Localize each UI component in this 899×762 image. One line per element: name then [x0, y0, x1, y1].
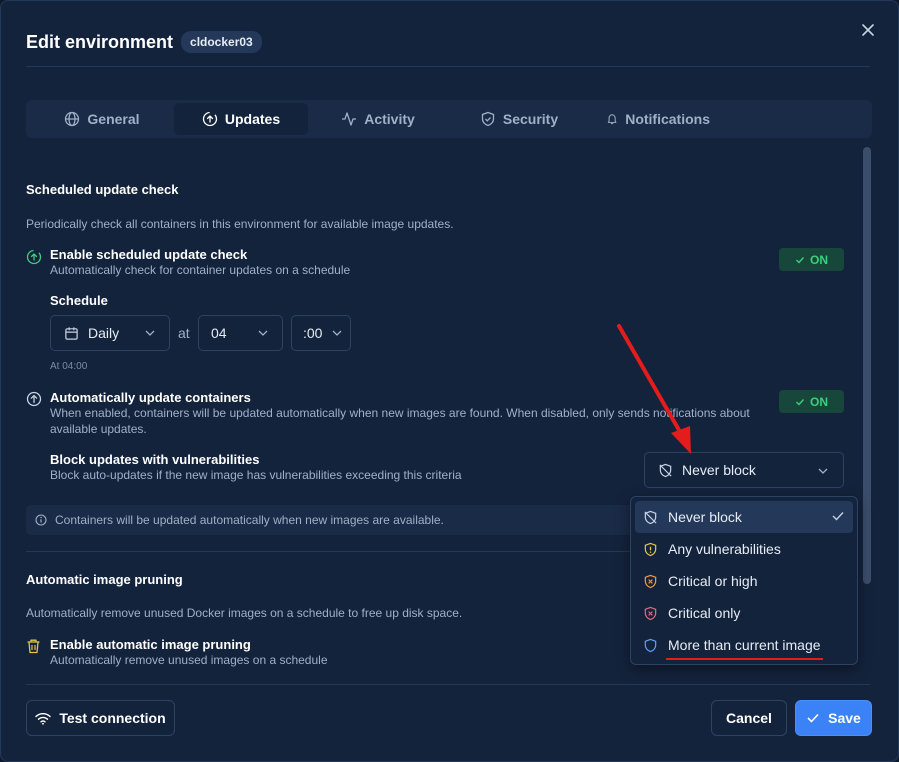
bell-icon	[607, 114, 617, 125]
auto-update-sub: When enabled, containers will be updated…	[50, 406, 750, 436]
cancel-button[interactable]: Cancel	[711, 700, 787, 736]
activity-icon	[342, 112, 357, 126]
auto-update-info: Containers will be updated automatically…	[26, 505, 636, 535]
block-vuln-select[interactable]: Never block	[644, 452, 844, 488]
enable-pruning-sub: Automatically remove unused images on a …	[50, 653, 328, 667]
option-label: Any vulnerabilities	[668, 541, 781, 557]
check-icon	[807, 713, 819, 723]
chevron-down-icon	[818, 468, 828, 474]
auto-update-title: Automatically update containers	[50, 390, 251, 405]
tab-notifications-label: Notifications	[625, 111, 710, 127]
pruning-section-title: Automatic image pruning	[26, 572, 183, 587]
frequency-select[interactable]: Daily	[50, 315, 170, 351]
scheduled-toggle-label: ON	[810, 252, 828, 267]
schedule-label: Schedule	[50, 293, 108, 308]
tab-bar: General Updates Activity Security Notifi…	[26, 100, 872, 138]
check-icon	[832, 512, 844, 521]
footer-divider	[26, 684, 870, 685]
test-connection-button[interactable]: Test connection	[26, 700, 175, 736]
block-vuln-title: Block updates with vulnerabilities	[50, 452, 260, 467]
scheduled-section-desc: Periodically check all containers in thi…	[26, 217, 454, 231]
enable-scheduled-title: Enable scheduled update check	[50, 247, 248, 262]
schedule-note: At 04:00	[50, 361, 88, 372]
option-never-block[interactable]: Never block	[635, 501, 853, 533]
pruning-section-desc: Automatically remove unused Docker image…	[26, 606, 463, 620]
option-critical-or-high[interactable]: Critical or high	[635, 565, 853, 597]
scheduled-check-toggle[interactable]: ON	[779, 248, 844, 271]
shield-icon	[644, 638, 657, 652]
content-scrollbar[interactable]	[863, 147, 871, 584]
chevron-down-icon	[332, 330, 342, 336]
tab-updates[interactable]: Updates	[174, 103, 308, 135]
shield-icon	[481, 111, 495, 127]
shield-off-icon	[659, 463, 672, 477]
dialog-title: Edit environment	[26, 31, 174, 52]
info-icon	[35, 514, 47, 526]
close-button[interactable]	[858, 20, 878, 40]
minute-select[interactable]: :00	[291, 315, 351, 351]
tab-activity[interactable]: Activity	[308, 103, 448, 135]
scheduled-section-title: Scheduled update check	[26, 182, 179, 197]
check-icon	[796, 398, 805, 406]
header-divider	[26, 66, 870, 67]
option-label: Critical only	[668, 605, 741, 621]
annotation-underline	[666, 658, 823, 660]
chevron-down-icon	[145, 330, 155, 336]
shield-alert-icon	[644, 542, 657, 556]
tab-updates-label: Updates	[224, 111, 281, 127]
auto-update-toggle[interactable]: ON	[779, 390, 844, 413]
save-label: Save	[828, 710, 861, 726]
option-critical-only[interactable]: Critical only	[635, 597, 853, 629]
tab-security[interactable]: Security	[448, 103, 590, 135]
block-vuln-value: Never block	[682, 462, 756, 478]
hour-select[interactable]: 04	[198, 315, 283, 351]
enable-pruning-title: Enable automatic image pruning	[50, 637, 251, 652]
option-label: Never block	[668, 509, 742, 525]
auto-update-toggle-label: ON	[810, 394, 828, 409]
block-vuln-sub: Block auto-updates if the new image has …	[50, 468, 462, 482]
update-icon	[202, 111, 218, 127]
minute-value: :00	[303, 325, 323, 341]
calendar-icon	[65, 326, 78, 340]
hour-value: 04	[211, 325, 227, 341]
scheduled-check-icon	[26, 249, 42, 265]
tab-security-label: Security	[502, 111, 559, 127]
tab-activity-label: Activity	[364, 111, 415, 127]
edit-environment-dialog: Edit environment cldocker03 General Upda…	[0, 0, 899, 762]
option-more-than-current[interactable]: More than current image	[635, 629, 853, 661]
tab-general[interactable]: General	[30, 103, 174, 135]
enable-scheduled-sub: Automatically check for container update…	[50, 263, 351, 277]
globe-icon	[65, 111, 80, 127]
option-label: Critical or high	[668, 573, 758, 589]
auto-update-info-text: Containers will be updated automatically…	[55, 513, 444, 527]
trash-icon	[27, 639, 40, 654]
test-connection-label: Test connection	[59, 710, 166, 726]
save-button[interactable]: Save	[795, 700, 872, 736]
chevron-down-icon	[258, 330, 268, 336]
arrow-up-circle-icon	[26, 391, 42, 407]
wifi-icon	[35, 712, 52, 725]
shield-x-icon	[644, 574, 657, 588]
cancel-label: Cancel	[726, 710, 772, 726]
shield-x-icon	[644, 606, 657, 620]
dialog-header: Edit environment cldocker03	[26, 27, 873, 57]
block-vuln-dropdown: Never block Any vulnerabilities Critical…	[630, 496, 858, 665]
shield-off-icon	[644, 510, 657, 524]
tab-general-label: General	[87, 111, 140, 127]
option-label: More than current image	[668, 637, 821, 653]
close-icon	[862, 24, 874, 36]
check-icon	[796, 256, 805, 264]
at-label: at	[178, 325, 190, 341]
environment-badge: cldocker03	[181, 31, 262, 53]
tab-notifications[interactable]: Notifications	[590, 103, 726, 135]
option-any-vulnerabilities[interactable]: Any vulnerabilities	[635, 533, 853, 565]
frequency-value: Daily	[88, 325, 120, 341]
